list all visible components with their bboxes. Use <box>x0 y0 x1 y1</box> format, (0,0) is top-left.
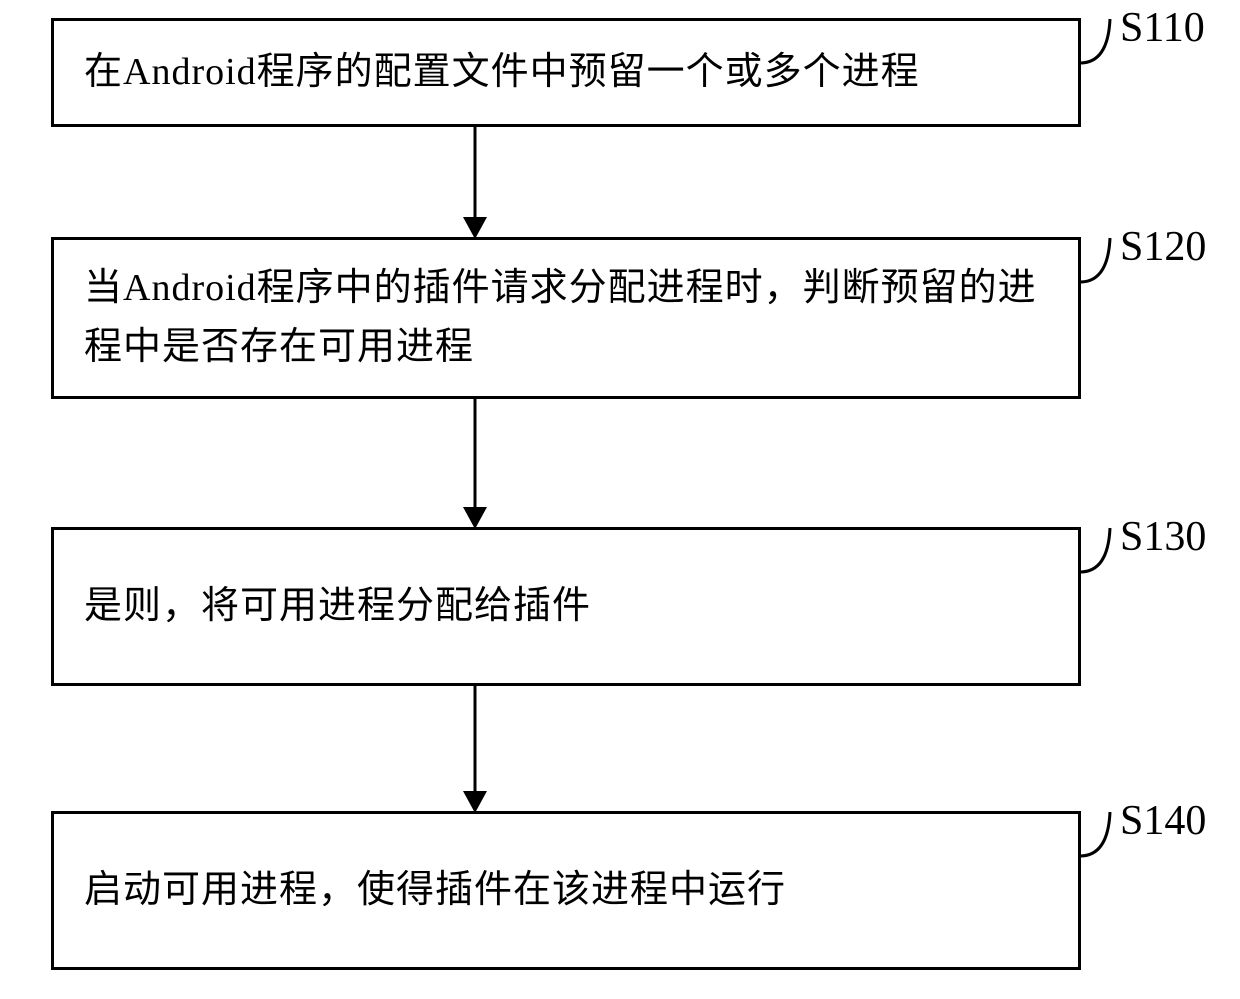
arrow-s130-s140 <box>455 686 495 813</box>
step-text: 启动可用进程，使得插件在该进程中运行 <box>84 861 786 920</box>
step-box-s110: 在Android程序的配置文件中预留一个或多个进程 <box>51 18 1081 127</box>
step-label-s140: S140 <box>1120 797 1206 845</box>
step-text: 是则，将可用进程分配给插件 <box>84 577 591 636</box>
step-label-s130: S130 <box>1120 513 1206 561</box>
step-text: 当Android程序中的插件请求分配进程时，判断预留的进程中是否存在可用进程 <box>84 259 1048 377</box>
arrow-s110-s120 <box>455 127 495 239</box>
step-label-s120: S120 <box>1120 223 1206 271</box>
step-box-s140: 启动可用进程，使得插件在该进程中运行 <box>51 811 1081 970</box>
step-label-s110: S110 <box>1120 4 1205 52</box>
arrow-s120-s130 <box>455 399 495 529</box>
step-text: 在Android程序的配置文件中预留一个或多个进程 <box>84 43 920 102</box>
flowchart-canvas: 在Android程序的配置文件中预留一个或多个进程 S110 当Android程… <box>0 0 1240 999</box>
step-box-s130: 是则，将可用进程分配给插件 <box>51 527 1081 686</box>
step-box-s120: 当Android程序中的插件请求分配进程时，判断预留的进程中是否存在可用进程 <box>51 237 1081 399</box>
